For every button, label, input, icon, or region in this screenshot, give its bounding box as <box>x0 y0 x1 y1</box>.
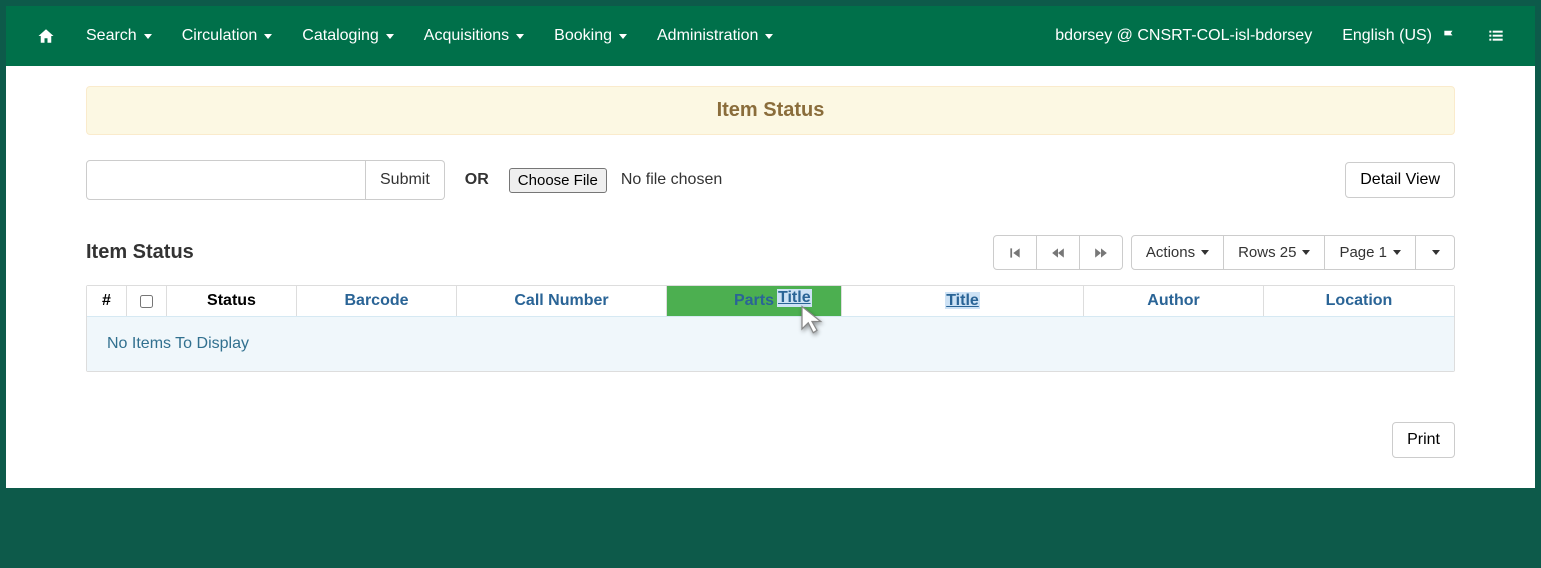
user-menu[interactable]: bdorsey @ CNSRT-COL-isl-bdorsey <box>1040 9 1327 63</box>
data-grid: # Status Barcode Call Number Parts Title… <box>86 285 1455 372</box>
or-label: OR <box>465 171 489 189</box>
caret-icon <box>1302 250 1310 255</box>
nav-cataloging[interactable]: Cataloging <box>287 9 409 63</box>
caret-icon <box>516 34 524 39</box>
page-next-button[interactable] <box>1079 235 1123 270</box>
nav-label: Circulation <box>182 27 258 45</box>
page-title: Item Status <box>86 86 1455 135</box>
nav-acquisitions[interactable]: Acquisitions <box>409 9 539 63</box>
col-title-label: Title <box>945 292 980 309</box>
print-button[interactable]: Print <box>1392 422 1455 458</box>
caret-icon <box>386 34 394 39</box>
detail-view-button[interactable]: Detail View <box>1345 162 1455 198</box>
navbar: Search Circulation Cataloging Acquisitio… <box>6 6 1535 66</box>
col-status[interactable]: Status <box>167 286 297 316</box>
forward-icon <box>1094 246 1108 260</box>
caret-icon <box>1432 250 1440 255</box>
page-label: Page 1 <box>1339 244 1387 261</box>
lang-menu[interactable]: English (US) <box>1327 9 1472 63</box>
col-title[interactable]: Title <box>842 286 1084 316</box>
user-label: bdorsey @ CNSRT-COL-isl-bdorsey <box>1055 27 1312 45</box>
page-menu[interactable]: Page 1 <box>1324 235 1416 270</box>
col-parts[interactable]: Parts Title <box>667 286 842 316</box>
page-first-button[interactable] <box>993 235 1037 270</box>
col-location[interactable]: Location <box>1264 286 1454 316</box>
actions-menu[interactable]: Actions <box>1131 235 1224 270</box>
submit-button[interactable]: Submit <box>366 160 445 200</box>
backward-icon <box>1051 246 1065 260</box>
caret-icon <box>264 34 272 39</box>
col-number[interactable]: # <box>87 286 127 316</box>
home-icon <box>36 27 56 45</box>
nav-search[interactable]: Search <box>71 9 167 63</box>
nav-circulation[interactable]: Circulation <box>167 9 288 63</box>
nav-label: Search <box>86 27 137 45</box>
grid-empty-message: No Items To Display <box>87 316 1454 371</box>
config-menu[interactable] <box>1415 235 1455 270</box>
home-link[interactable] <box>21 9 71 63</box>
lang-label: English (US) <box>1342 27 1432 45</box>
barcode-input[interactable] <box>86 160 366 200</box>
nav-label: Acquisitions <box>424 27 509 45</box>
col-call-number[interactable]: Call Number <box>457 286 667 316</box>
caret-icon <box>144 34 152 39</box>
caret-icon <box>1201 250 1209 255</box>
nav-booking[interactable]: Booking <box>539 9 642 63</box>
caret-icon <box>1393 250 1401 255</box>
grid-title: Item Status <box>86 241 194 264</box>
choose-file-button[interactable]: Choose File <box>509 168 607 193</box>
step-backward-icon <box>1008 246 1022 260</box>
nav-label: Administration <box>657 27 758 45</box>
page-prev-button[interactable] <box>1036 235 1080 270</box>
nav-label: Cataloging <box>302 27 379 45</box>
grid-toolbar: Actions Rows 25 Page 1 <box>993 235 1455 270</box>
menu-toggle[interactable] <box>1472 10 1520 62</box>
col-author[interactable]: Author <box>1084 286 1264 316</box>
no-file-label: No file chosen <box>621 171 722 189</box>
rows-label: Rows 25 <box>1238 244 1296 261</box>
grid-header: # Status Barcode Call Number Parts Title… <box>87 286 1454 316</box>
nav-administration[interactable]: Administration <box>642 9 788 63</box>
col-parts-label: Parts <box>734 292 774 309</box>
flag-icon <box>1441 29 1457 43</box>
cursor-icon <box>797 304 827 339</box>
select-all-checkbox[interactable] <box>140 295 153 308</box>
caret-icon <box>765 34 773 39</box>
col-checkbox <box>127 286 167 316</box>
actions-label: Actions <box>1146 244 1195 261</box>
caret-icon <box>619 34 627 39</box>
rows-menu[interactable]: Rows 25 <box>1223 235 1325 270</box>
input-row: Submit OR Choose File No file chosen Det… <box>86 160 1455 200</box>
nav-label: Booking <box>554 27 612 45</box>
list-icon <box>1487 28 1505 44</box>
col-barcode[interactable]: Barcode <box>297 286 457 316</box>
